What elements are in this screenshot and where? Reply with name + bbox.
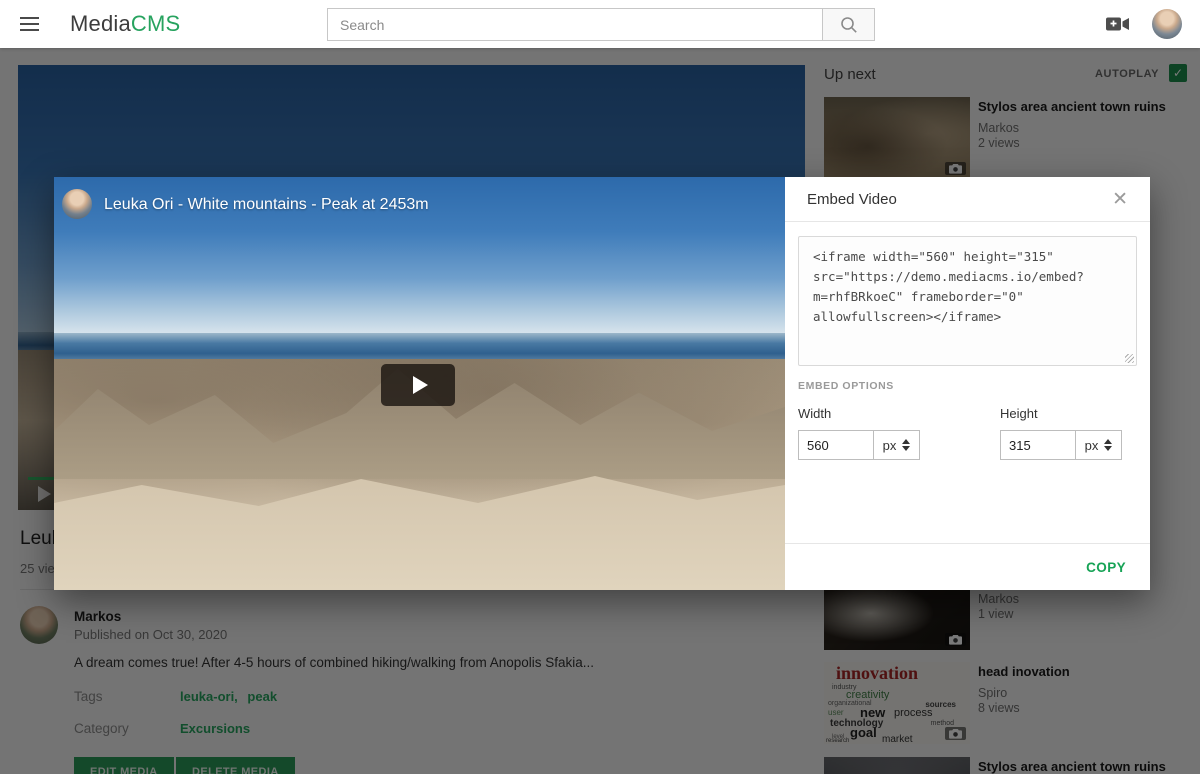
search-input[interactable] [327,8,822,41]
top-bar: MediaCMS [0,0,1200,48]
width-input[interactable] [798,430,873,460]
search-icon [840,16,858,34]
play-icon [413,376,428,394]
height-field-group: Height px [1000,406,1122,460]
upload-video-icon[interactable] [1106,16,1130,32]
embed-code-textarea[interactable]: <iframe width="560" height="315" src="ht… [798,236,1137,366]
preview-video-title: Leuka Ori - White mountains - Peak at 24… [104,196,429,214]
height-unit-select[interactable]: px [1075,430,1122,460]
unit-label: px [1085,438,1099,453]
user-avatar[interactable] [1152,9,1182,39]
embed-video-modal: Leuka Ori - White mountains - Peak at 24… [54,177,1150,590]
width-field-group: Width px [798,406,920,460]
height-label: Height [1000,406,1122,421]
width-label: Width [798,406,920,421]
preview-play-button[interactable] [381,364,455,406]
embed-preview-player[interactable]: Leuka Ori - White mountains - Peak at 24… [54,177,785,590]
close-icon[interactable]: ✕ [1112,190,1128,209]
menu-icon[interactable] [14,8,52,40]
resize-grip-icon[interactable] [1125,354,1134,363]
unit-label: px [883,438,897,453]
preview-author-avatar [62,189,92,219]
logo-media: Media [70,11,131,36]
spinner-icon [902,439,910,451]
embed-panel: Embed Video ✕ <iframe width="560" height… [785,177,1150,590]
width-unit-select[interactable]: px [873,430,920,460]
spinner-icon [1104,439,1112,451]
search-button[interactable] [822,8,875,41]
height-input[interactable] [1000,430,1075,460]
modal-title: Embed Video [807,191,1112,208]
logo-cms: CMS [131,11,181,36]
copy-button[interactable]: COPY [1086,560,1126,575]
app-logo[interactable]: MediaCMS [70,11,180,37]
embed-options-label: EMBED OPTIONS [798,380,1137,392]
